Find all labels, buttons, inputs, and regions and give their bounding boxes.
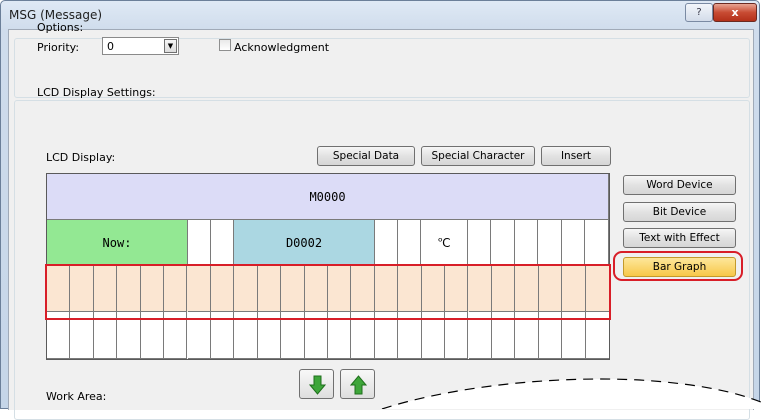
- page-break-curve: [381, 378, 761, 409]
